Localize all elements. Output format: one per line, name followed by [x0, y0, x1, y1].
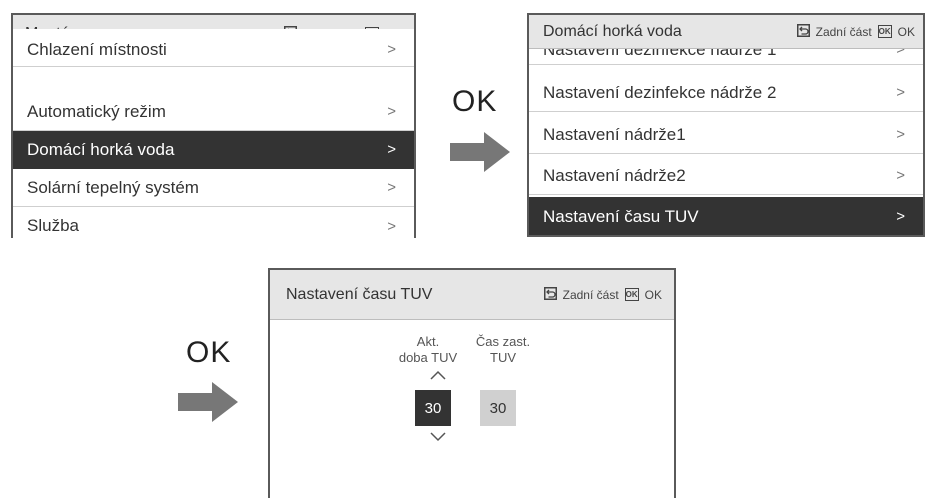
value-stop-time[interactable]: 30	[480, 390, 516, 426]
screen-title: Domácí horká voda	[543, 22, 682, 40]
back-icon[interactable]	[543, 286, 557, 303]
chevron-right-icon: >	[387, 141, 396, 158]
ok-key-icon[interactable]: OK	[624, 288, 639, 301]
back-icon[interactable]	[796, 23, 810, 40]
value-current-time[interactable]: 30	[415, 390, 451, 426]
chevron-right-icon: >	[387, 217, 396, 235]
chevron-down-icon[interactable]	[430, 432, 446, 442]
menu-item-dhw[interactable]: Domácí horká voda >	[13, 131, 414, 169]
menu-item-label: Domácí horká voda	[27, 139, 175, 159]
ok-hint-label: OK	[897, 24, 915, 39]
menu-item-service[interactable]: Služba >	[13, 207, 414, 245]
menu-item-dhw-time[interactable]: Nastavení času TUV >	[529, 197, 923, 235]
menu-item-auto-mode[interactable]: Automatický režim >	[13, 93, 414, 131]
column-label-line: Čas zast.	[475, 334, 531, 349]
screen-header: Nastavení času TUV Zadní část OK OK	[270, 270, 674, 320]
screen-dhw-menu: Domácí horká voda Zadní část OK OK Nasta…	[527, 13, 925, 237]
menu-item-label: Nastavení dezinfekce nádrže 2	[543, 82, 777, 102]
column-label-line: Akt.	[416, 334, 440, 349]
chevron-right-icon: >	[896, 208, 905, 225]
ok-step-label: OK	[452, 85, 498, 118]
menu-item-cooling[interactable]: Chlazení místnosti >	[13, 29, 414, 67]
menu-item-label: Nastavení času TUV	[543, 206, 699, 226]
column-label-stop-time: Čas zast. TUV	[463, 334, 543, 366]
chevron-right-icon: >	[896, 84, 905, 101]
arrow-right-icon	[178, 382, 238, 422]
chevron-right-icon: >	[896, 167, 905, 184]
chevron-up-icon[interactable]	[430, 370, 446, 380]
menu-list: Chlazení místnosti > Automatický režim >…	[13, 29, 414, 245]
menu-item-tank1[interactable]: Nastavení nádrže1 >	[529, 116, 923, 154]
back-label: Zadní část	[562, 287, 619, 302]
chevron-right-icon: >	[387, 179, 396, 196]
menu-item-label: Chlazení místnosti	[27, 39, 167, 59]
menu-item-label: Nastavení nádrže1	[543, 124, 686, 144]
header-hints: Zadní část OK OK	[543, 286, 662, 303]
arrow-right-icon	[450, 132, 510, 172]
screen-installer-menu: Montér Zadní část OK OK Chlazení místnos…	[11, 13, 416, 245]
screen-title: Nastavení času TUV	[286, 285, 433, 303]
chevron-right-icon: >	[387, 41, 396, 58]
chevron-right-icon: >	[896, 126, 905, 143]
ok-step-label: OK	[186, 336, 232, 369]
column-label-line: doba TUV	[398, 350, 458, 365]
menu-item-label: Solární tepelný systém	[27, 177, 199, 197]
menu-item-label: Služba	[27, 216, 79, 235]
back-label: Zadní část	[815, 24, 872, 39]
menu-item-label: Nastavení nádrže2	[543, 165, 686, 185]
chevron-right-icon: >	[387, 103, 396, 120]
menu-item-label: Automatický režim	[27, 101, 166, 121]
menu-item-solar[interactable]: Solární tepelný systém >	[13, 169, 414, 207]
screen-dhw-time-setting: Nastavení času TUV Zadní část OK OK Akt.…	[268, 268, 676, 498]
column-label-current-time: Akt. doba TUV	[388, 334, 468, 366]
menu-item-disinfection-tank2[interactable]: Nastavení dezinfekce nádrže 2 >	[529, 74, 923, 112]
menu-item-tank2[interactable]: Nastavení nádrže2 >	[529, 157, 923, 195]
header-hints: Zadní část OK OK	[796, 23, 915, 40]
screen-header: Domácí horká voda Zadní část OK OK	[529, 15, 923, 49]
ok-key-icon[interactable]: OK	[877, 25, 892, 38]
column-label-line: TUV	[490, 350, 516, 365]
ok-hint-label: OK	[644, 287, 662, 302]
